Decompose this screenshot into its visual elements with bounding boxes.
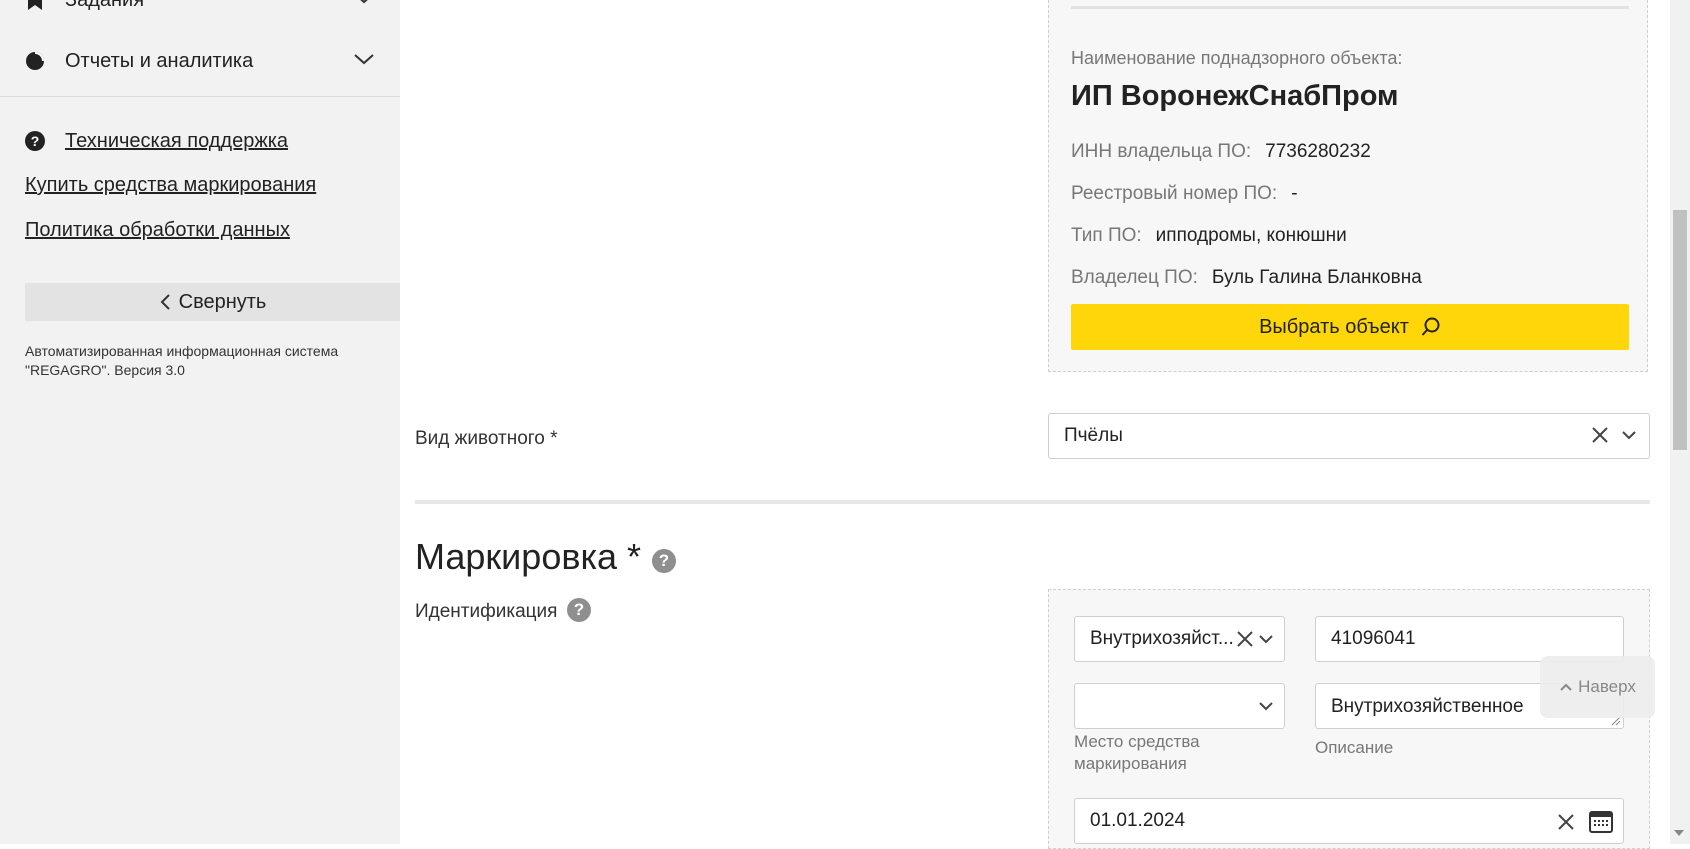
sidebar-item-label: Задания xyxy=(65,0,144,12)
sidebar-item-label: Отчеты и аналитика xyxy=(65,49,254,72)
support-link-label: Техническая поддержка xyxy=(65,129,289,152)
ident-type-value: Внутрихозяйст... xyxy=(1090,628,1234,649)
sidebar-item-tasks[interactable]: Задания xyxy=(25,0,375,20)
marking-date-value: 01.01.2024 xyxy=(1090,810,1186,831)
chevron-down-icon[interactable] xyxy=(1621,429,1637,441)
reg-number-row: Реестровый номер ПО: - xyxy=(1071,183,1298,205)
object-type-label: Тип ПО: xyxy=(1071,225,1142,246)
chevron-down-icon xyxy=(353,0,375,11)
buy-marking-link[interactable]: Купить средства маркирования xyxy=(25,174,316,197)
select-object-label: Выбрать объект xyxy=(1259,315,1409,338)
collapse-sidebar-button[interactable]: Свернуть xyxy=(25,283,400,321)
data-policy-link[interactable]: Политика обработки данных xyxy=(25,219,290,242)
description-label: Описание xyxy=(1315,738,1394,757)
clear-icon[interactable] xyxy=(1236,630,1254,648)
scrollbar-thumb[interactable] xyxy=(1673,210,1687,450)
animal-type-label: Вид животного * xyxy=(415,428,558,449)
clear-icon[interactable] xyxy=(1591,426,1609,444)
marking-number-value: 41096041 xyxy=(1331,628,1416,649)
object-type-value: ипподромы, конюшни xyxy=(1155,225,1347,246)
chevron-down-icon[interactable] xyxy=(1258,700,1274,712)
help-circle-icon: ? xyxy=(25,131,45,151)
reg-number-value: - xyxy=(1291,183,1298,204)
calendar-icon[interactable] xyxy=(1589,809,1613,833)
inn-value: 7736280232 xyxy=(1265,141,1371,162)
marking-place-label: Место средства маркирования xyxy=(1074,732,1200,773)
description-value: Внутрихозяйственное xyxy=(1331,696,1524,717)
identification-help-icon[interactable]: ? xyxy=(567,598,591,622)
object-name-value: ИП ВоронежСнабПром xyxy=(1071,80,1399,112)
scroll-to-top-button[interactable]: Наверх xyxy=(1540,656,1655,718)
inn-label: ИНН владельца ПО: xyxy=(1071,141,1252,162)
sidebar: Задания Отчеты и аналитика ? Техническая… xyxy=(0,0,400,844)
scroll-down-arrow-icon[interactable] xyxy=(1674,830,1684,836)
animal-type-select[interactable]: Пчёлы xyxy=(1048,413,1650,459)
scroll-to-top-label: Наверх xyxy=(1578,677,1636,696)
support-link[interactable]: ? Техническая поддержка xyxy=(25,121,375,161)
chevron-left-icon xyxy=(160,294,170,310)
search-icon xyxy=(1421,317,1440,336)
owner-row: Владелец ПО: Буль Галина Бланковна xyxy=(1071,267,1422,289)
collapse-label: Свернуть xyxy=(178,290,267,313)
identification-label: Идентификация xyxy=(415,601,558,622)
owner-label: Владелец ПО: xyxy=(1071,267,1198,288)
reg-number-label: Реестровый номер ПО: xyxy=(1071,183,1278,204)
inn-row: ИНН владельца ПО: 7736280232 xyxy=(1071,141,1371,163)
section-divider xyxy=(415,500,1650,504)
chevron-down-icon[interactable] xyxy=(1258,633,1274,645)
svg-text:?: ? xyxy=(31,133,40,149)
pie-chart-icon xyxy=(25,51,45,71)
marking-help-icon[interactable]: ? xyxy=(652,549,676,573)
version-info: Автоматизированная информационная систем… xyxy=(25,343,339,378)
owner-value: Буль Галина Бланковна xyxy=(1211,267,1422,288)
object-type-row: Тип ПО: ипподромы, конюшни xyxy=(1071,225,1347,247)
marking-date-input[interactable]: 01.01.2024 xyxy=(1074,798,1624,844)
identification-block: Внутрихозяйст... 41096041 Внутрихозяйств… xyxy=(1048,589,1650,849)
select-object-button[interactable]: Выбрать объект xyxy=(1071,304,1629,350)
marking-place-select[interactable] xyxy=(1074,683,1285,729)
object-card: Наименование поднадзорного объекта: ИП В… xyxy=(1048,0,1648,372)
marking-title: Маркировка * xyxy=(415,536,642,577)
card-divider xyxy=(1071,6,1629,9)
bookmark-icon xyxy=(25,0,45,10)
animal-type-value: Пчёлы xyxy=(1064,425,1123,446)
chevron-up-icon xyxy=(1560,683,1572,691)
sidebar-divider xyxy=(0,96,400,97)
ident-type-select[interactable]: Внутрихозяйст... xyxy=(1074,616,1285,662)
sidebar-item-reports[interactable]: Отчеты и аналитика xyxy=(25,41,375,81)
chevron-down-icon xyxy=(353,49,375,72)
main-content: Наименование поднадзорного объекта: ИП В… xyxy=(400,0,1670,849)
clear-icon[interactable] xyxy=(1557,813,1575,831)
object-name-label: Наименование поднадзорного объекта: xyxy=(1071,48,1403,68)
